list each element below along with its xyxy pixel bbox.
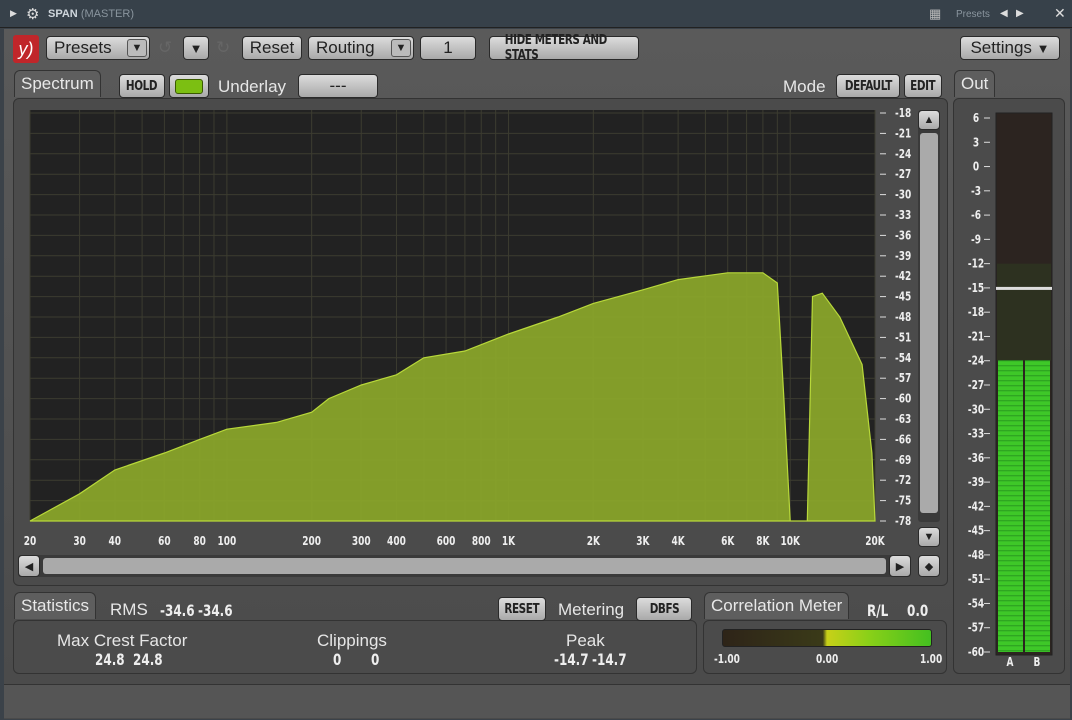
meter-tick-label: -24 bbox=[968, 355, 984, 369]
meter-tick-label: -57 bbox=[968, 622, 984, 636]
meter-tick-label: -12 bbox=[968, 257, 984, 271]
peak-right: -14.7 bbox=[592, 650, 627, 669]
metering-label: Metering bbox=[558, 600, 625, 619]
crest-right: 24.8 bbox=[133, 650, 163, 669]
meter-tick-label: -9 bbox=[971, 233, 981, 247]
meter-tick-label: -60 bbox=[968, 646, 984, 660]
meter-tick-label: 0 bbox=[973, 160, 979, 174]
meter-tick-label: 6 bbox=[973, 112, 979, 126]
meter-level-A bbox=[998, 360, 1023, 652]
meter-dim-zone bbox=[997, 263, 1051, 361]
tab-correlation[interactable]: Correlation Meter bbox=[704, 592, 850, 619]
peak-hold-line bbox=[996, 286, 1052, 290]
meter-tick-label: 3 bbox=[973, 136, 979, 150]
corr-mid: 0.00 bbox=[816, 652, 839, 666]
channel-label: A bbox=[1007, 656, 1015, 670]
meter-level-B bbox=[1025, 360, 1050, 652]
clippings-label: Clippings bbox=[317, 631, 387, 650]
clip-right: 0 bbox=[371, 650, 380, 669]
meter-tick-label: -18 bbox=[968, 306, 984, 320]
metering-button[interactable]: DBFS bbox=[636, 597, 692, 621]
meter-tick-label: -42 bbox=[968, 500, 984, 514]
meter-tick-label: -33 bbox=[968, 427, 984, 441]
meter-tick-label: -45 bbox=[968, 524, 984, 538]
stats-reset-button[interactable]: RESET bbox=[498, 597, 546, 621]
tab-statistics[interactable]: Statistics bbox=[14, 592, 97, 619]
rl-value: 0.0 bbox=[907, 601, 929, 620]
meter-tick-label: -15 bbox=[968, 282, 984, 296]
crest-left: 24.8 bbox=[95, 650, 125, 669]
rms-left: -34.6 bbox=[160, 601, 195, 620]
corr-max: 1.00 bbox=[920, 652, 943, 666]
meter-tick-label: -21 bbox=[968, 330, 984, 344]
reset-label: RESET bbox=[504, 601, 540, 617]
peak-left: -14.7 bbox=[554, 650, 589, 669]
meter-tick-label: -48 bbox=[968, 549, 984, 563]
status-bar bbox=[4, 684, 1070, 718]
rms-right: -34.6 bbox=[198, 601, 233, 620]
meter-tick-label: -39 bbox=[968, 476, 984, 490]
rms-label: RMS bbox=[110, 600, 148, 619]
meter-tick-label: -30 bbox=[968, 403, 984, 417]
channel-label: B bbox=[1034, 656, 1041, 670]
peak-label: Peak bbox=[566, 631, 605, 650]
meter-tick-label: -6 bbox=[971, 209, 981, 223]
rl-label: R/L bbox=[867, 601, 889, 620]
correlation-bar bbox=[722, 629, 932, 647]
metering-value: DBFS bbox=[649, 601, 679, 617]
meter-tick-label: -36 bbox=[968, 452, 984, 466]
corr-min: -1.00 bbox=[714, 652, 740, 666]
meter-tick-label: -54 bbox=[968, 597, 984, 611]
meter-tick-label: -27 bbox=[968, 379, 984, 393]
meter-tick-label: -3 bbox=[971, 185, 981, 199]
clip-left: 0 bbox=[333, 650, 342, 669]
crest-label: Max Crest Factor bbox=[57, 631, 188, 650]
meter-tick-label: -51 bbox=[968, 573, 984, 587]
